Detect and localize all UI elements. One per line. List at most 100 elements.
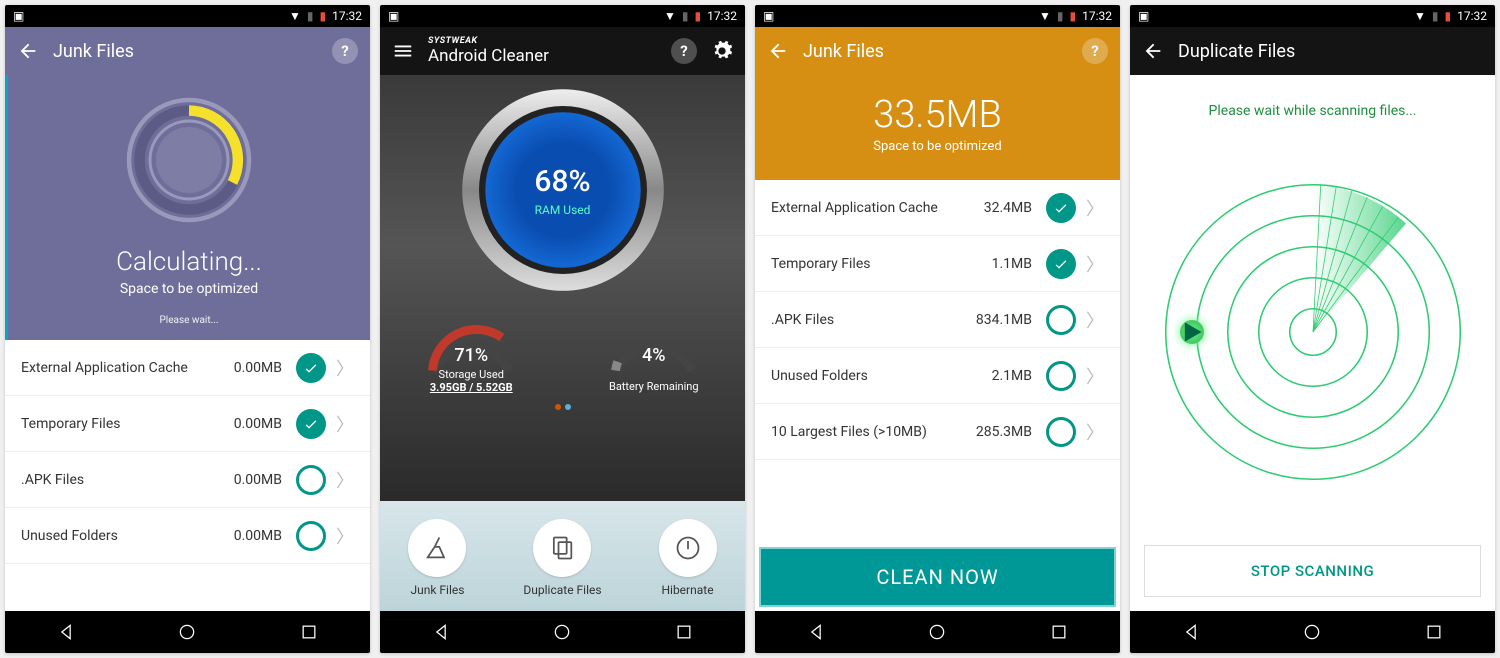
chevron-right-icon[interactable]: 〉 — [1086, 307, 1104, 333]
back-icon[interactable] — [767, 40, 789, 62]
nav-home-icon[interactable] — [552, 622, 572, 642]
chevron-right-icon[interactable]: 〉 — [1086, 363, 1104, 389]
wifi-icon: ▼ — [664, 9, 676, 23]
list-item[interactable]: External Application Cache 32.4MB 〉 — [755, 180, 1120, 236]
list-item[interactable]: 10 Largest Files (>10MB) 285.3MB 〉 — [755, 404, 1120, 460]
checkbox[interactable] — [1046, 193, 1076, 223]
status-time: 17:32 — [1082, 9, 1112, 23]
battery-gauge[interactable]: 4% Battery Remaining — [599, 303, 709, 394]
ram-percent: 68% — [534, 164, 590, 199]
page-title: Junk Files — [803, 41, 1068, 62]
list-item[interactable]: Temporary Files 1.1MB 〉 — [755, 236, 1120, 292]
list-item[interactable]: Unused Folders 0.00MB 〉 — [5, 508, 370, 564]
item-size: 32.4MB — [984, 200, 1032, 216]
progress-spinner — [114, 85, 264, 235]
nav-back-icon[interactable] — [1181, 622, 1201, 642]
dot-inactive — [565, 404, 571, 410]
action-hibernate[interactable]: Hibernate — [659, 519, 717, 597]
clean-now-button[interactable]: CLEAN NOW — [759, 547, 1116, 607]
storage-gauge[interactable]: 71% Storage Used 3.95GB / 5.52GB — [416, 303, 526, 394]
storage-stats: 3.95GB / 5.52GB — [416, 381, 526, 394]
status-time: 17:32 — [1457, 9, 1487, 23]
screen-dashboard: ▣ ▼ ▮ ▮ 17:32 SYSTWEAK Android Cleaner ? — [380, 5, 745, 653]
nav-back-icon[interactable] — [56, 622, 76, 642]
sim-icon: ▮ — [307, 9, 314, 23]
checkbox[interactable] — [1046, 361, 1076, 391]
subtitle-text: Space to be optimized — [8, 281, 370, 297]
stop-scanning-button[interactable]: STOP SCANNING — [1144, 545, 1481, 597]
action-duplicate-files[interactable]: Duplicate Files — [523, 519, 601, 597]
help-button[interactable]: ? — [1082, 38, 1108, 64]
help-button[interactable]: ? — [671, 38, 697, 64]
nav-recent-icon[interactable] — [674, 622, 694, 642]
item-size: 1.1MB — [992, 256, 1032, 272]
sim-icon: ▮ — [1432, 9, 1439, 23]
nav-recent-icon[interactable] — [1424, 622, 1444, 642]
action-label: Junk Files — [408, 583, 466, 597]
list-item[interactable]: Temporary Files 0.00MB 〉 — [5, 396, 370, 452]
status-bar: ▣ ▼ ▮ ▮ 17:32 — [1130, 5, 1495, 27]
item-label: Temporary Files — [21, 416, 234, 432]
menu-icon[interactable] — [392, 40, 414, 62]
copy-icon — [548, 534, 576, 562]
chevron-right-icon[interactable]: 〉 — [336, 523, 354, 549]
item-label: External Application Cache — [21, 360, 234, 376]
checkbox[interactable] — [296, 353, 326, 383]
item-size: 0.00MB — [234, 472, 282, 488]
list-item[interactable]: .APK Files 0.00MB 〉 — [5, 452, 370, 508]
scanning-message: Please wait while scanning files... — [1130, 75, 1495, 129]
nav-recent-icon[interactable] — [299, 622, 319, 642]
chevron-right-icon[interactable]: 〉 — [336, 411, 354, 437]
ram-dial[interactable]: 68% RAM Used — [458, 85, 668, 295]
checkbox[interactable] — [296, 521, 326, 551]
nav-bar — [1130, 611, 1495, 653]
action-label: Duplicate Files — [523, 583, 601, 597]
nav-back-icon[interactable] — [431, 622, 451, 642]
picture-icon: ▣ — [13, 9, 24, 23]
wait-text: Please wait... — [8, 315, 370, 326]
checkbox[interactable] — [296, 465, 326, 495]
gear-icon[interactable] — [711, 40, 733, 62]
item-label: .APK Files — [21, 472, 234, 488]
status-time: 17:32 — [707, 9, 737, 23]
page-title: Android Cleaner — [428, 46, 657, 66]
list-item[interactable]: .APK Files 834.1MB 〉 — [755, 292, 1120, 348]
help-button[interactable]: ? — [332, 38, 358, 64]
item-label: 10 Largest Files (>10MB) — [771, 424, 976, 440]
sim-icon: ▮ — [682, 9, 689, 23]
screen-junk-calculating: ▣ ▼ ▮ ▮ 17:32 Junk Files ? Calculating..… — [5, 5, 370, 653]
list-item[interactable]: Unused Folders 2.1MB 〉 — [755, 348, 1120, 404]
status-bar: ▣ ▼ ▮ ▮ 17:32 — [755, 5, 1120, 27]
action-junk-files[interactable]: Junk Files — [408, 519, 466, 597]
back-icon[interactable] — [17, 40, 39, 62]
item-label: External Application Cache — [771, 200, 984, 216]
page-title: Junk Files — [53, 41, 318, 62]
item-size: 0.00MB — [234, 416, 282, 432]
junk-list: External Application Cache 32.4MB 〉 Temp… — [755, 180, 1120, 543]
junk-list: External Application Cache 0.00MB 〉 Temp… — [5, 340, 370, 611]
checkbox[interactable] — [296, 409, 326, 439]
checkbox[interactable] — [1046, 305, 1076, 335]
chevron-right-icon[interactable]: 〉 — [336, 467, 354, 493]
chevron-right-icon[interactable]: 〉 — [336, 355, 354, 381]
checkbox[interactable] — [1046, 249, 1076, 279]
hero-panel: 33.5MB Space to be optimized — [755, 75, 1120, 180]
back-icon[interactable] — [1142, 40, 1164, 62]
chevron-right-icon[interactable]: 〉 — [1086, 251, 1104, 277]
chevron-right-icon[interactable]: 〉 — [1086, 419, 1104, 445]
nav-bar — [5, 611, 370, 653]
nav-home-icon[interactable] — [927, 622, 947, 642]
picture-icon: ▣ — [388, 9, 399, 23]
nav-recent-icon[interactable] — [1049, 622, 1069, 642]
action-row: Junk Files Duplicate Files Hibernate — [380, 501, 745, 611]
nav-home-icon[interactable] — [177, 622, 197, 642]
list-item[interactable]: External Application Cache 0.00MB 〉 — [5, 340, 370, 396]
battery-icon: ▮ — [1070, 9, 1077, 23]
wifi-icon: ▼ — [1039, 9, 1051, 23]
checkbox[interactable] — [1046, 417, 1076, 447]
nav-home-icon[interactable] — [1302, 622, 1322, 642]
nav-back-icon[interactable] — [806, 622, 826, 642]
item-size: 0.00MB — [234, 360, 282, 376]
battery-icon: ▮ — [695, 9, 702, 23]
chevron-right-icon[interactable]: 〉 — [1086, 195, 1104, 221]
